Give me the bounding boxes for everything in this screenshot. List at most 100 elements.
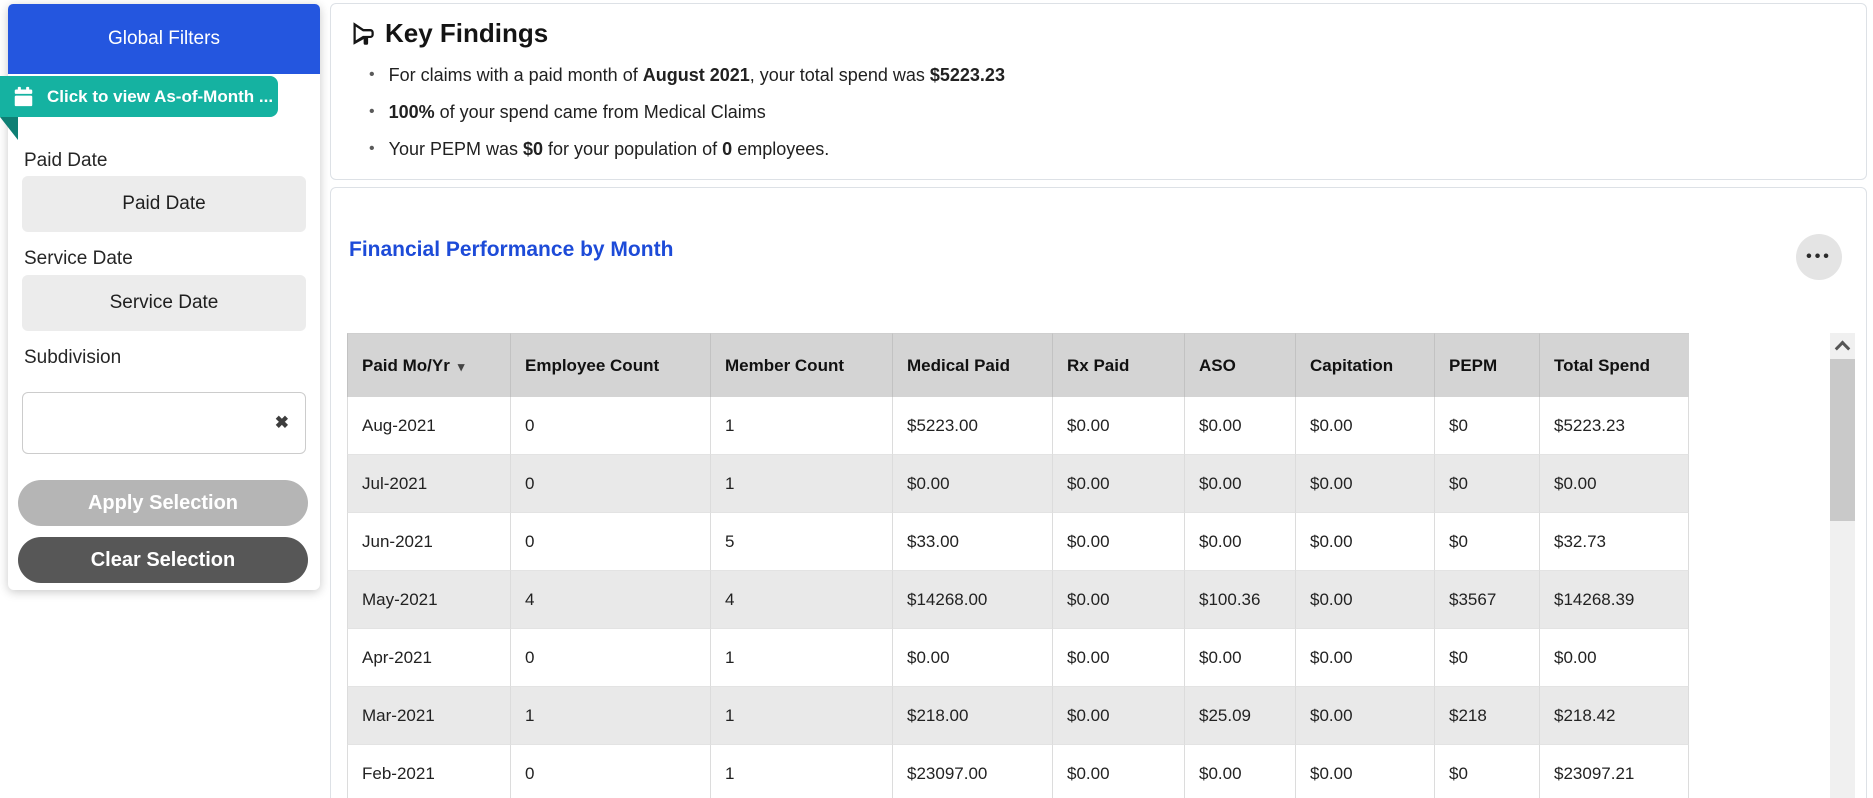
- table-cell: $0.00: [1296, 687, 1435, 745]
- table-cell: $0.00: [1053, 397, 1185, 455]
- service-date-button[interactable]: Service Date: [22, 275, 306, 331]
- table-cell: 4: [511, 571, 711, 629]
- table-cell: $0.00: [1296, 455, 1435, 513]
- table-cell: $0.00: [1185, 513, 1296, 571]
- table-cell: $0.00: [1053, 687, 1185, 745]
- column-header-medical-paid[interactable]: Medical Paid: [893, 333, 1053, 397]
- table-row: Jul-202101$0.00$0.00$0.00$0.00$0$0.00: [347, 455, 1689, 513]
- global-filters-header: Global Filters: [8, 4, 320, 74]
- table-cell: May-2021: [347, 571, 511, 629]
- more-options-button[interactable]: •••: [1796, 234, 1842, 280]
- key-finding-item: • 100% of your spend came from Medical C…: [369, 100, 1866, 124]
- megaphone-icon: [349, 20, 376, 47]
- table-cell: 1: [711, 687, 893, 745]
- financial-performance-title: Financial Performance by Month: [349, 238, 673, 262]
- global-filters-title: Global Filters: [108, 28, 220, 50]
- table-cell: $0: [1435, 513, 1540, 571]
- subdivision-label: Subdivision: [24, 347, 121, 369]
- table-cell: $14268.39: [1540, 571, 1689, 629]
- key-finding-text: Your PEPM was $0 for your population of …: [389, 137, 830, 161]
- as-of-month-callout[interactable]: Click to view As-of-Month ...: [0, 76, 278, 117]
- table-cell: $33.00: [893, 513, 1053, 571]
- key-finding-item: • Your PEPM was $0 for your population o…: [369, 137, 1866, 161]
- key-findings-header: Key Findings: [349, 18, 1866, 49]
- table-cell: $0.00: [1185, 745, 1296, 798]
- table-cell: 1: [711, 397, 893, 455]
- subdivision-combobox[interactable]: ✖: [22, 392, 306, 454]
- table-scrollbar[interactable]: [1830, 333, 1855, 798]
- table-cell: $5223.23: [1540, 397, 1689, 455]
- table-cell: $0.00: [1296, 571, 1435, 629]
- table-cell: 0: [511, 629, 711, 687]
- column-header-pepm[interactable]: PEPM: [1435, 333, 1540, 397]
- bullet-icon: •: [369, 63, 375, 87]
- table-cell: 1: [711, 455, 893, 513]
- table-cell: Mar-2021: [347, 687, 511, 745]
- table-row: Jun-202105$33.00$0.00$0.00$0.00$0$32.73: [347, 513, 1689, 571]
- dashboard-page: Global Filters Paid Date Paid Date Servi…: [0, 0, 1873, 798]
- column-header-paid-mo-yr[interactable]: Paid Mo/Yr▾: [347, 333, 511, 397]
- column-header-total-spend[interactable]: Total Spend: [1540, 333, 1689, 397]
- table-cell: $0.00: [1296, 745, 1435, 798]
- table-cell: 1: [511, 687, 711, 745]
- paid-date-button[interactable]: Paid Date: [22, 176, 306, 232]
- table-row: Mar-202111$218.00$0.00$25.09$0.00$218$21…: [347, 687, 1689, 745]
- financial-performance-panel: Financial Performance by Month ••• Paid …: [330, 187, 1867, 798]
- column-header-capitation[interactable]: Capitation: [1296, 333, 1435, 397]
- financial-table: Paid Mo/Yr▾Employee CountMember CountMed…: [347, 333, 1689, 798]
- table-cell: Feb-2021: [347, 745, 511, 798]
- table-cell: $0.00: [1540, 629, 1689, 687]
- table-cell: $218.00: [893, 687, 1053, 745]
- clear-selection-label: Clear Selection: [91, 549, 236, 571]
- table-cell: $0.00: [893, 629, 1053, 687]
- table-cell: $3567: [1435, 571, 1540, 629]
- table-cell: $100.36: [1185, 571, 1296, 629]
- table-cell: $23097.00: [893, 745, 1053, 798]
- paid-date-label: Paid Date: [24, 150, 107, 172]
- table-cell: $0.00: [1540, 455, 1689, 513]
- key-findings-list: • For claims with a paid month of August…: [331, 63, 1866, 161]
- table-cell: 0: [511, 455, 711, 513]
- table-cell: $23097.21: [1540, 745, 1689, 798]
- subdivision-input[interactable]: [33, 399, 261, 447]
- table-cell: 0: [511, 745, 711, 798]
- table-cell: $0.00: [1185, 397, 1296, 455]
- table-cell: $0.00: [893, 455, 1053, 513]
- table-row: May-202144$14268.00$0.00$100.36$0.00$356…: [347, 571, 1689, 629]
- column-header-employee-count[interactable]: Employee Count: [511, 333, 711, 397]
- table-cell: $0.00: [1296, 397, 1435, 455]
- table-cell: $0.00: [1053, 745, 1185, 798]
- key-findings-panel: Key Findings • For claims with a paid mo…: [330, 3, 1867, 180]
- table-cell: $218: [1435, 687, 1540, 745]
- table-row: Apr-202101$0.00$0.00$0.00$0.00$0$0.00: [347, 629, 1689, 687]
- key-finding-item: • For claims with a paid month of August…: [369, 63, 1866, 87]
- table-cell: $218.42: [1540, 687, 1689, 745]
- table-cell: 4: [711, 571, 893, 629]
- column-header-member-count[interactable]: Member Count: [711, 333, 893, 397]
- column-header-rx-paid[interactable]: Rx Paid: [1053, 333, 1185, 397]
- apply-selection-button[interactable]: Apply Selection: [18, 480, 308, 526]
- table-cell: $0: [1435, 745, 1540, 798]
- table-cell: Jun-2021: [347, 513, 511, 571]
- scrollbar-thumb[interactable]: [1830, 359, 1855, 521]
- table-row: Aug-202101$5223.00$0.00$0.00$0.00$0$5223…: [347, 397, 1689, 455]
- service-date-label: Service Date: [24, 248, 133, 270]
- table-cell: $0.00: [1053, 629, 1185, 687]
- column-header-aso[interactable]: ASO: [1185, 333, 1296, 397]
- table-cell: Aug-2021: [347, 397, 511, 455]
- as-of-month-callout-label: Click to view As-of-Month ...: [47, 87, 273, 107]
- table-cell: $0: [1435, 455, 1540, 513]
- more-options-icon: •••: [1806, 248, 1832, 266]
- calendar-icon: [13, 86, 34, 107]
- clear-x-icon[interactable]: ✖: [275, 413, 289, 433]
- table-cell: Apr-2021: [347, 629, 511, 687]
- table-cell: 0: [511, 397, 711, 455]
- table-cell: $5223.00: [893, 397, 1053, 455]
- table-cell: 0: [511, 513, 711, 571]
- clear-selection-button[interactable]: Clear Selection: [18, 537, 308, 583]
- table-row: Feb-202101$23097.00$0.00$0.00$0.00$0$230…: [347, 745, 1689, 798]
- table-cell: $32.73: [1540, 513, 1689, 571]
- scroll-up-button[interactable]: [1830, 333, 1855, 357]
- table-cell: $14268.00: [893, 571, 1053, 629]
- table-cell: $0.00: [1053, 455, 1185, 513]
